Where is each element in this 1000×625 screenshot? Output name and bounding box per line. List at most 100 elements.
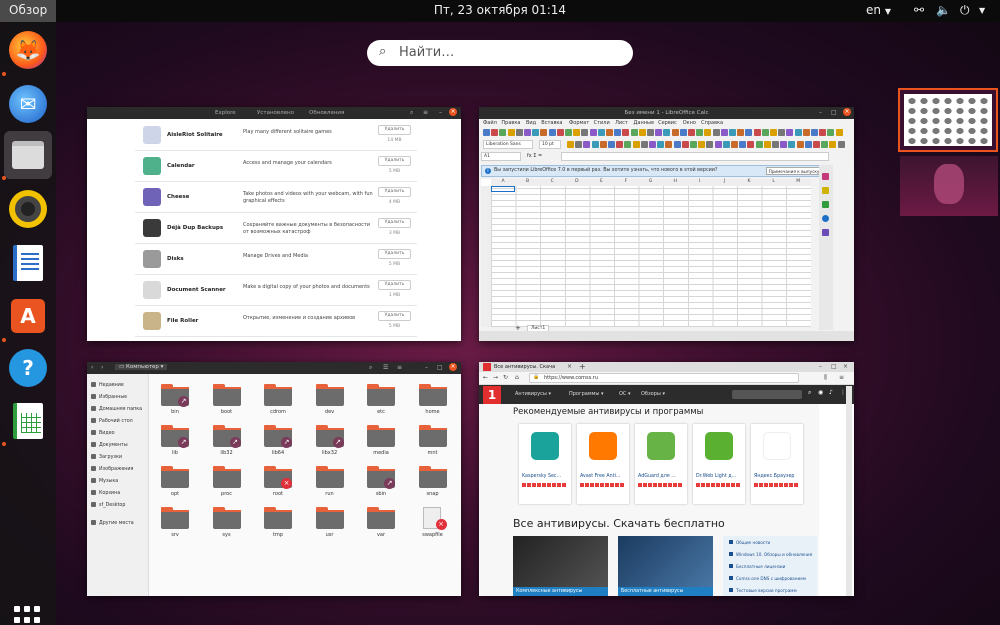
folder-item[interactable]	[212, 507, 241, 529]
column-header[interactable]: D	[565, 179, 589, 184]
window-browser[interactable]: Все антивирусы. Скача × + – □ × ← → ↻ ⌂ …	[479, 362, 854, 596]
remove-button[interactable]: Удалить	[378, 156, 411, 166]
format-button[interactable]	[591, 141, 599, 148]
toolbar-button[interactable]	[483, 129, 490, 136]
window-files[interactable]: ‹ › ▭ Компьютер ▾ ⌕ ☰ ≡ – □ × Недавние Из…	[87, 362, 461, 596]
name-box[interactable]: A1	[481, 152, 521, 161]
site-search-input[interactable]	[732, 390, 802, 399]
keyboard-layout-indicator[interactable]: en ▼	[866, 3, 891, 17]
column-header[interactable]: M	[786, 179, 810, 184]
menu-icon[interactable]: ≡	[839, 374, 844, 381]
library-icon[interactable]: ⫼	[824, 374, 827, 382]
toolbar-button[interactable]	[712, 129, 720, 136]
menu-item[interactable]: Файл	[483, 120, 497, 126]
toolbar-button[interactable]	[515, 129, 523, 136]
format-button[interactable]	[731, 141, 738, 148]
sidebar-item[interactable]: Музыка	[91, 478, 118, 484]
tab-installed[interactable]: Установлено	[257, 110, 294, 116]
toolbar-button[interactable]	[589, 129, 597, 136]
toolbar-button[interactable]	[688, 129, 695, 136]
news-link[interactable]: Тестовые версии программ	[729, 588, 819, 593]
folder-item[interactable]: ↗	[315, 425, 344, 448]
home-icon[interactable]: ⌂	[515, 374, 519, 381]
news-link[interactable]: Общие новости	[729, 540, 819, 545]
format-button[interactable]	[706, 141, 714, 148]
format-button[interactable]	[780, 141, 788, 148]
folder-item[interactable]	[161, 466, 189, 488]
toolbar-button[interactable]	[827, 129, 835, 136]
format-button[interactable]	[690, 141, 697, 148]
workspace-thumbnail[interactable]	[900, 156, 998, 216]
close-icon[interactable]: ×	[843, 363, 848, 370]
menu-item[interactable]: Лист	[615, 120, 628, 126]
dock-item-writer[interactable]	[4, 239, 52, 287]
news-link[interactable]: Windows 10. Обзоры и обновления	[729, 552, 819, 557]
bell-icon[interactable]: ♪	[829, 389, 833, 396]
folder-item[interactable]: ×	[419, 507, 447, 530]
dock-item-files[interactable]	[4, 131, 52, 179]
column-header[interactable]: J	[712, 179, 736, 184]
format-button[interactable]	[583, 141, 591, 148]
app-row[interactable]: Document Scanner Make a digital copy of y…	[135, 275, 417, 306]
folder-item[interactable]	[418, 425, 447, 447]
toolbar-button[interactable]	[753, 129, 761, 136]
toolbar-button[interactable]	[794, 129, 802, 136]
toolbar-button[interactable]	[704, 129, 712, 136]
view-list-icon[interactable]: ☰	[383, 364, 388, 371]
folder-item[interactable]	[212, 384, 241, 406]
toolbar-button[interactable]	[737, 129, 745, 136]
nav-programs[interactable]: Программы ▾	[569, 391, 603, 397]
toolbar-button[interactable]	[802, 129, 810, 136]
news-link[interactable]: Comss.one DNS с шифрованием	[729, 576, 819, 581]
format-button[interactable]	[722, 141, 730, 148]
format-button[interactable]	[575, 141, 583, 148]
app-row[interactable]: Disks Manage Drives and Media Удалить 5 MB	[135, 244, 417, 275]
back-icon[interactable]: ‹	[91, 364, 93, 371]
menu-item[interactable]: Вид	[526, 120, 536, 126]
sidebar-item[interactable]: Недавние	[91, 382, 124, 388]
network-icon[interactable]: ⚯	[914, 3, 924, 17]
search-icon[interactable]: ⌕	[369, 364, 372, 372]
address-bar[interactable]: https://www.comss.ru	[529, 373, 799, 383]
dock-item-calc[interactable]	[4, 397, 52, 445]
toolbar-button[interactable]	[835, 129, 843, 136]
dock-item-thunderbird[interactable]: ✉	[4, 80, 52, 128]
format-button[interactable]	[624, 141, 632, 148]
search-input[interactable]: Найти…	[399, 45, 454, 60]
formula-input[interactable]	[561, 152, 829, 161]
minimize-icon[interactable]: –	[819, 109, 822, 116]
functions-icon[interactable]	[822, 229, 829, 236]
format-button[interactable]	[616, 141, 624, 148]
sidebar-item[interactable]: Корзина	[91, 490, 120, 496]
folder-item[interactable]	[212, 466, 241, 488]
close-icon[interactable]: ×	[843, 108, 851, 116]
folder-item[interactable]: ↗	[161, 384, 189, 407]
styles-icon[interactable]	[822, 187, 829, 194]
sidebar-item[interactable]: Видео	[91, 430, 115, 436]
remove-button[interactable]: Удалить	[378, 249, 411, 259]
release-notes-button[interactable]: Примечания к выпуску	[766, 167, 822, 175]
news-link[interactable]: Бесплатные лицензии	[729, 564, 819, 569]
sidebar-item[interactable]: Домашняя папка	[91, 406, 142, 412]
chevron-down-icon[interactable]: ▼	[979, 6, 985, 15]
column-header[interactable]: H	[663, 179, 687, 184]
column-header[interactable]: F	[614, 179, 638, 184]
tab-updates[interactable]: Обновления	[309, 110, 344, 116]
column-header[interactable]: L	[762, 179, 786, 184]
format-button[interactable]	[567, 141, 574, 148]
minimize-icon[interactable]: –	[439, 109, 442, 116]
toolbar-button[interactable]	[630, 129, 638, 136]
sidebar-item[interactable]: Избранные	[91, 394, 127, 400]
format-button[interactable]	[772, 141, 779, 148]
menu-item[interactable]: Сервис	[658, 120, 677, 126]
toolbar-button[interactable]	[679, 129, 687, 136]
menu-icon[interactable]: ≡	[397, 364, 402, 371]
sidebar-item[interactable]: Рабочий стол	[91, 418, 133, 424]
folder-item[interactable]: ×	[264, 466, 292, 489]
menu-item[interactable]: Стили	[594, 120, 610, 126]
format-button[interactable]	[640, 141, 648, 148]
sidebar-item[interactable]: Другие места	[91, 520, 134, 526]
format-button[interactable]	[788, 141, 796, 148]
format-button[interactable]	[608, 141, 615, 148]
remove-button[interactable]: Удалить	[378, 187, 411, 197]
